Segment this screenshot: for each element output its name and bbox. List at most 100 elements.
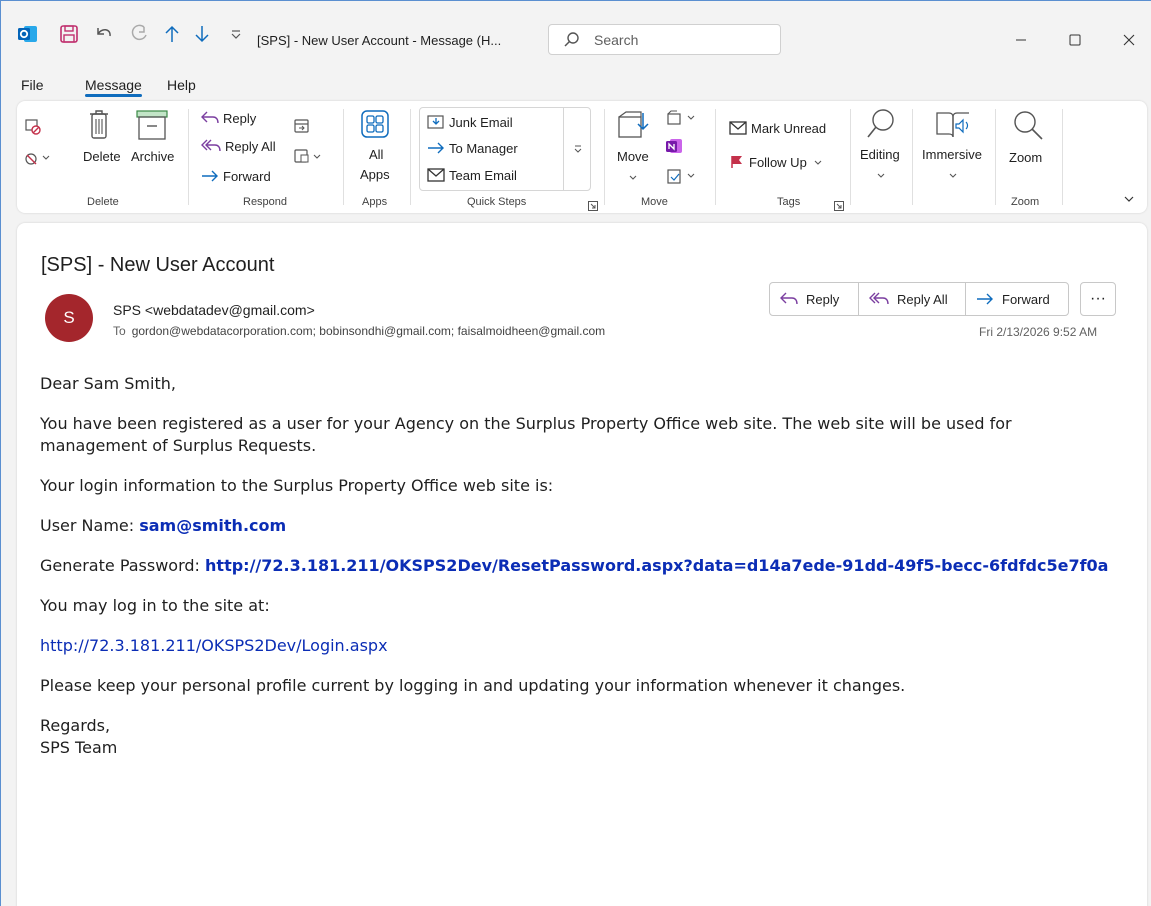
quickstep-junk-email[interactable]: Junk Email	[427, 114, 513, 130]
message-subject: [SPS] - New User Account	[41, 254, 275, 276]
body-paragraph-2: Your login information to the Surplus Pr…	[40, 476, 554, 495]
delete-icon[interactable]	[88, 109, 110, 146]
archive-icon[interactable]	[135, 109, 169, 146]
editing-button[interactable]: Editing	[860, 147, 900, 162]
menu-tabs: File Message Help	[1, 73, 1151, 101]
avatar[interactable]: S	[45, 294, 93, 342]
message-date: Fri 2/13/2026 9:52 AM	[979, 325, 1098, 339]
tab-message[interactable]: Message	[85, 77, 142, 97]
ribbon-separator	[188, 109, 189, 205]
meeting-reply-icon[interactable]	[293, 117, 311, 140]
all-apps-label-2[interactable]: Apps	[360, 167, 390, 182]
more-icon: ···	[1090, 290, 1106, 307]
redo-icon[interactable]	[126, 21, 152, 47]
group-label-delete: Delete	[87, 196, 119, 208]
ignore-icon[interactable]	[23, 117, 43, 142]
reply-icon	[780, 292, 798, 305]
window-title: [SPS] - New User Account - Message (H...	[257, 33, 502, 48]
forward-icon	[202, 170, 218, 182]
login-link-line: http://72.3.181.211/OKSPS2Dev/Login.aspx	[40, 635, 1120, 657]
zoom-icon[interactable]	[1011, 109, 1045, 148]
reply-all-icon	[201, 139, 221, 152]
tab-file[interactable]: File	[21, 77, 44, 93]
dialog-launcher-icon[interactable]	[588, 198, 598, 216]
reply-action-button[interactable]: Reply	[770, 283, 859, 315]
cleanup-icon[interactable]	[23, 147, 51, 172]
close-button[interactable]	[1107, 25, 1151, 55]
username-link[interactable]: sam@smith.com	[139, 516, 286, 535]
ribbon-separator	[715, 109, 716, 205]
follow-up-button[interactable]: Follow Up	[729, 155, 823, 170]
reply-icon	[201, 111, 219, 124]
maximize-button[interactable]	[1053, 25, 1097, 55]
recipients[interactable]: gordon@webdatacorporation.com; bobinsond…	[132, 324, 605, 338]
mark-unread-button[interactable]: Mark Unread	[729, 121, 826, 136]
outlook-message-window: [SPS] - New User Account - Message (H...…	[0, 0, 1151, 906]
quickstep-team-email[interactable]: Team Email	[427, 168, 517, 183]
customize-quick-access-icon[interactable]	[223, 21, 249, 47]
archive-button[interactable]: Archive	[131, 149, 174, 164]
editing-search-icon[interactable]	[865, 107, 897, 146]
group-label-apps: Apps	[362, 196, 388, 208]
reset-password-link[interactable]: http://72.3.181.211/OKSPS2Dev/ResetPassw…	[205, 556, 1108, 575]
editing-dropdown-icon[interactable]	[876, 167, 886, 185]
quickstep-to-manager[interactable]: To Manager	[427, 141, 518, 156]
junk-email-icon	[427, 115, 444, 129]
group-label-quick-steps: Quick Steps	[467, 196, 527, 208]
recipients-line: To gordon@webdatacorporation.com; bobinso…	[113, 324, 605, 338]
forward-action-button[interactable]: Forward	[966, 283, 1068, 315]
ribbon-separator	[850, 109, 851, 205]
ribbon-separator	[410, 109, 411, 205]
all-apps-label-1[interactable]: All	[369, 147, 383, 162]
ribbon-separator	[912, 109, 913, 205]
move-dropdown-icon[interactable]	[628, 169, 638, 187]
outlook-logo-icon	[15, 21, 41, 47]
group-label-respond: Respond	[243, 196, 288, 208]
dialog-launcher-icon[interactable]	[834, 198, 844, 216]
minimize-button[interactable]	[999, 25, 1043, 55]
next-item-icon[interactable]	[189, 21, 215, 47]
undo-icon[interactable]	[91, 21, 117, 47]
quick-steps-expand-button[interactable]	[563, 107, 591, 191]
ribbon-collapse-chevron-icon[interactable]	[1123, 191, 1135, 209]
active-tab-indicator	[85, 94, 142, 97]
immersive-reader-icon[interactable]	[935, 109, 975, 146]
ribbon-separator	[995, 109, 996, 205]
onenote-icon[interactable]	[665, 137, 683, 160]
body-paragraph-3: Please keep your personal profile curren…	[40, 676, 906, 695]
zoom-button[interactable]: Zoom	[1009, 150, 1042, 165]
delete-button[interactable]: Delete	[83, 149, 121, 164]
username-line: User Name: sam@smith.com	[40, 516, 287, 535]
team-email-icon	[427, 168, 445, 182]
reply-all-action-button[interactable]: Reply All	[859, 283, 966, 315]
more-actions-button[interactable]: ···	[1080, 282, 1116, 316]
actions-icon[interactable]	[665, 167, 699, 190]
all-apps-icon[interactable]	[360, 109, 390, 144]
message-actions: Reply Reply All Forward	[769, 282, 1069, 316]
chevron-down-icon	[574, 145, 581, 153]
group-label-tags: Tags	[777, 196, 801, 208]
ribbon-separator	[1062, 109, 1063, 205]
more-respond-icon[interactable]	[293, 147, 325, 170]
mark-unread-icon	[729, 121, 747, 135]
signature: Regards, SPS Team	[40, 716, 118, 757]
group-label-move: Move	[641, 196, 668, 208]
search-input[interactable]: Search	[548, 24, 781, 55]
login-link[interactable]: http://72.3.181.211/OKSPS2Dev/Login.aspx	[40, 636, 388, 655]
forward-button[interactable]: Forward	[201, 169, 271, 184]
tab-help[interactable]: Help	[167, 77, 196, 93]
save-icon[interactable]	[56, 21, 82, 47]
reply-button[interactable]: Reply	[201, 111, 256, 126]
previous-item-icon[interactable]	[159, 21, 185, 47]
immersive-dropdown-icon[interactable]	[948, 167, 958, 185]
reading-pane: [SPS] - New User Account S SPS <webdatad…	[17, 223, 1147, 906]
rules-icon[interactable]	[665, 109, 699, 132]
move-button[interactable]: Move	[617, 149, 649, 164]
immersive-button[interactable]: Immersive	[922, 147, 982, 162]
group-label-zoom: Zoom	[1011, 196, 1040, 208]
sender-name[interactable]: SPS <webdatadev@gmail.com>	[113, 302, 315, 318]
move-icon[interactable]	[617, 109, 653, 146]
reply-all-button[interactable]: Reply All	[201, 139, 276, 154]
ribbon-separator	[604, 109, 605, 205]
to-manager-icon	[428, 142, 444, 154]
